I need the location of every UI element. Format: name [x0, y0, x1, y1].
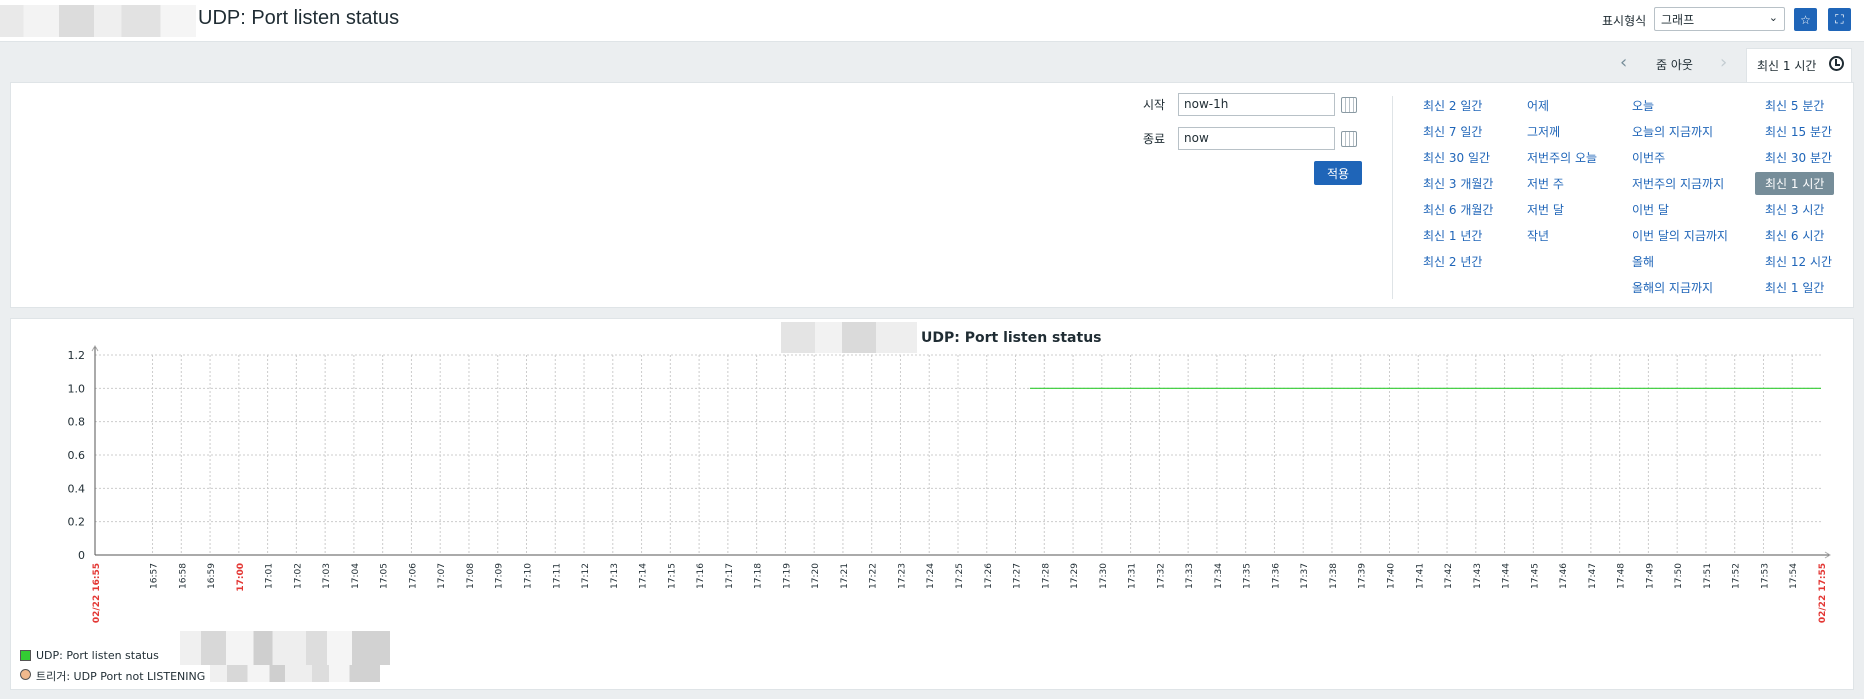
x-tick-label: 17:24 [926, 563, 936, 589]
x-tick-label: 17:06 [408, 563, 418, 589]
x-tick-label: 17:30 [1099, 563, 1109, 589]
x-tick-label: 17:15 [667, 563, 677, 589]
x-tick-label: 17:00 [236, 563, 246, 592]
legend-swatch-trigger [20, 669, 31, 680]
x-tick-label: 17:12 [581, 563, 591, 589]
y-tick-label: 0.2 [68, 516, 86, 529]
x-tick-label: 17:04 [351, 563, 361, 589]
x-tick-label: 17:18 [754, 563, 764, 589]
x-tick-label: 02/22 16:55 [92, 563, 102, 623]
legend-swatch-series [20, 650, 31, 661]
x-tick-label: 17:05 [380, 563, 390, 589]
x-tick-label: 17:37 [1300, 563, 1310, 589]
chart-grid [95, 354, 1821, 555]
x-tick-label: 17:13 [610, 563, 620, 589]
x-tick-label: 16:57 [150, 563, 160, 589]
x-tick-label: 17:27 [1013, 563, 1023, 589]
x-tick-label: 17:47 [1588, 563, 1598, 589]
line-chart: 0 0.2 0.4 0.6 0.8 1.0 1.2 16:57 16:58 16:59 17:00… [68, 345, 1831, 623]
x-tick-label: 17:09 [495, 563, 505, 589]
x-tick-label: 17:32 [1156, 563, 1166, 589]
x-tick-label: 17:34 [1214, 563, 1224, 589]
x-tick-label: 17:40 [1387, 563, 1397, 589]
x-tick-label: 17:23 [897, 563, 907, 589]
y-tick-label: 1.0 [68, 382, 86, 395]
y-tick-label: 0.8 [68, 416, 86, 429]
x-tick-label: 17:49 [1645, 563, 1655, 589]
x-tick-label: 17:39 [1358, 563, 1368, 589]
legend-redacted [180, 631, 390, 648]
y-tick-label: 0.4 [68, 482, 86, 495]
x-tick-label: 17:53 [1760, 563, 1770, 589]
x-axis-labels: 16:57 16:58 16:59 17:00 17:01 17:02 17:03 17:04… [92, 563, 1828, 623]
x-tick-label: 17:02 [293, 563, 303, 589]
x-tick-label: 17:19 [782, 563, 792, 589]
x-tick-label: 16:58 [178, 563, 188, 589]
y-tick-label: 0 [78, 549, 85, 562]
x-tick-label: 17:11 [552, 563, 562, 589]
x-tick-label: 17:28 [1041, 563, 1051, 589]
x-tick-label: 17:54 [1789, 563, 1799, 589]
x-tick-label: 17:41 [1415, 563, 1425, 589]
x-tick-label: 17:01 [265, 563, 275, 589]
x-tick-label: 17:08 [466, 563, 476, 589]
y-axis-labels: 0 0.2 0.4 0.6 0.8 1.0 1.2 [68, 349, 86, 562]
x-tick-label: 17:20 [811, 563, 821, 589]
x-tick-label: 17:36 [1271, 563, 1281, 589]
legend-series-label: UDP: Port listen status [36, 649, 159, 662]
x-tick-label: 17:35 [1243, 563, 1253, 589]
x-tick-label: 02/22 17:55 [1818, 563, 1828, 623]
legend-redacted [210, 665, 380, 682]
x-tick-label: 17:03 [322, 563, 332, 589]
x-tick-label: 17:21 [840, 563, 850, 589]
x-tick-label: 17:48 [1617, 563, 1627, 589]
x-tick-label: 17:25 [955, 563, 965, 589]
y-tick-label: 0.6 [68, 449, 86, 462]
y-tick-label: 1.2 [68, 349, 86, 362]
x-tick-label: 17:46 [1559, 563, 1569, 589]
x-tick-label: 17:26 [984, 563, 994, 589]
x-tick-label: 17:38 [1329, 563, 1339, 589]
x-tick-label: 17:44 [1502, 563, 1512, 589]
x-tick-label: 17:50 [1674, 563, 1684, 589]
x-tick-label: 17:43 [1473, 563, 1483, 589]
x-tick-label: 17:42 [1444, 563, 1454, 589]
x-tick-label: 17:14 [639, 563, 649, 589]
x-tick-label: 16:59 [207, 563, 217, 589]
x-tick-label: 17:51 [1703, 563, 1713, 589]
x-tick-label: 17:31 [1128, 563, 1138, 589]
x-tick-label: 17:07 [437, 563, 447, 589]
x-tick-label: 17:22 [869, 563, 879, 589]
x-tick-label: 17:29 [1070, 563, 1080, 589]
legend-trigger-label: 트리거: UDP Port not LISTENING [36, 670, 206, 683]
x-tick-label: 17:16 [696, 563, 706, 589]
x-tick-label: 17:17 [725, 563, 735, 589]
chart-axes [91, 345, 1831, 559]
x-tick-label: 17:33 [1185, 563, 1195, 589]
x-tick-label: 17:10 [524, 563, 534, 589]
legend-redacted [180, 648, 390, 665]
x-tick-label: 17:45 [1530, 563, 1540, 589]
x-tick-label: 17:52 [1732, 563, 1742, 589]
